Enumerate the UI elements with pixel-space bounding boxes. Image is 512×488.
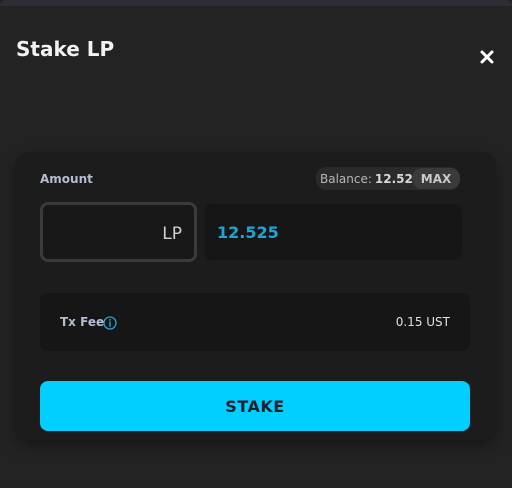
close-icon (480, 50, 494, 64)
tx-fee-label: Tx Fee (60, 315, 105, 329)
modal-title: Stake LP (16, 37, 115, 61)
token-selector[interactable]: LP (40, 202, 197, 262)
info-icon[interactable] (103, 315, 117, 330)
modal-top-edge (0, 0, 512, 6)
stake-button[interactable]: STAKE (40, 381, 470, 431)
stake-lp-modal: Stake LP Amount Balance: 12.525 MAX LP T… (0, 0, 512, 488)
amount-input[interactable] (205, 204, 462, 260)
balance-label: Balance: (320, 171, 372, 186)
amount-label: Amount (40, 172, 93, 186)
close-button[interactable] (476, 46, 498, 68)
max-button[interactable]: MAX (412, 168, 460, 189)
tx-fee-value: 0.15 UST (395, 315, 450, 329)
token-label: LP (162, 224, 182, 244)
